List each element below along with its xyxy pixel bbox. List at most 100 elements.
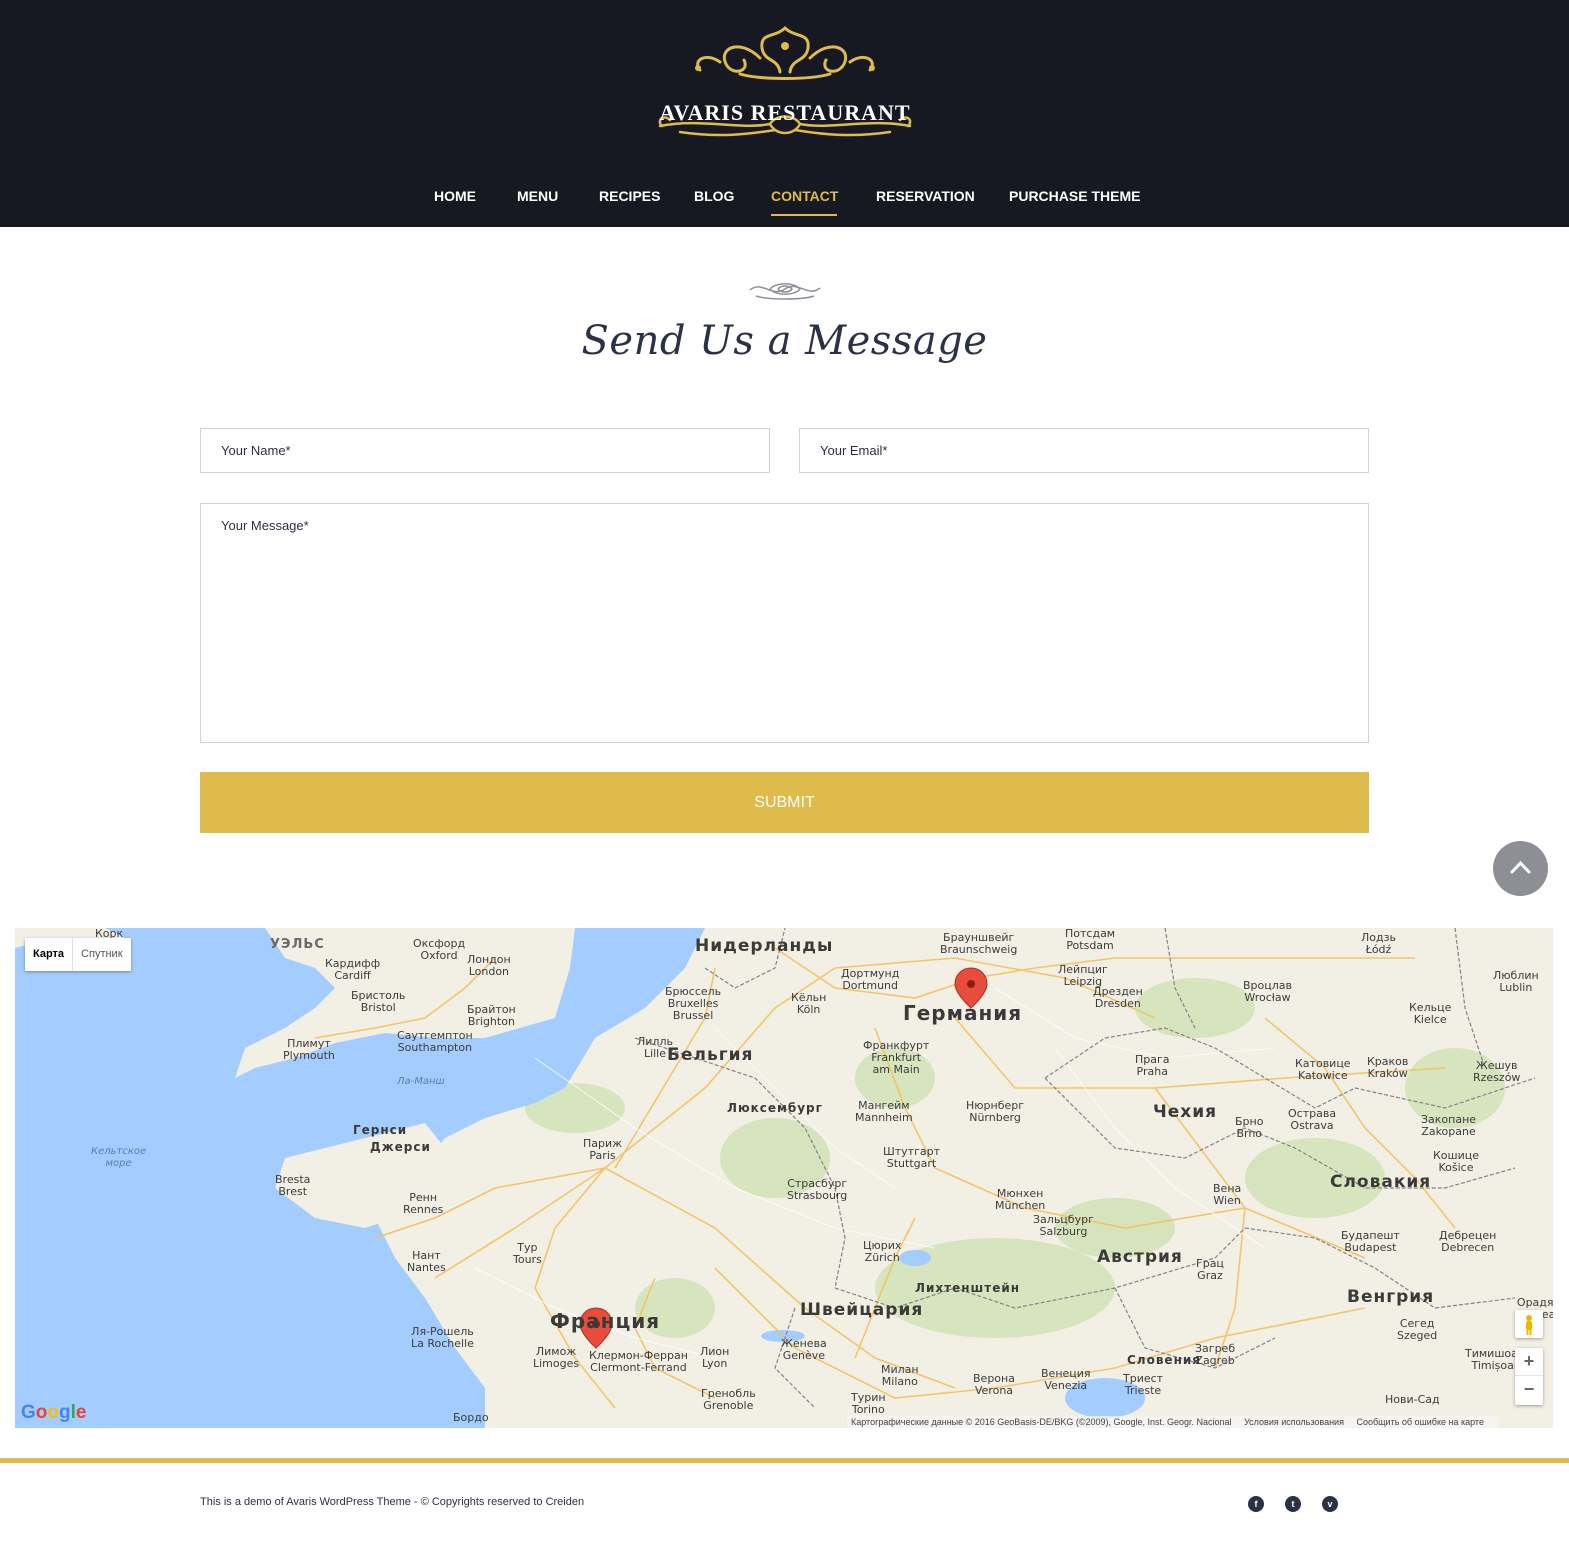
map-city-label: Загреб Zagreb xyxy=(1195,1342,1236,1367)
brand-name: AVARIS RESTAURANT xyxy=(659,100,911,125)
pegman-icon xyxy=(1526,1315,1532,1335)
map-city-label: Лимож Limoges xyxy=(533,1345,580,1370)
nav-item-reservation[interactable]: RESERVATION xyxy=(876,186,975,206)
map-city-label: Венеция Venezia xyxy=(1041,1367,1091,1392)
nav-item-menu[interactable]: MENU xyxy=(517,186,558,206)
map-type-satellite-button[interactable]: Спутник xyxy=(73,938,130,971)
map-country-label: Люксембург xyxy=(727,1101,823,1115)
map-city-label: Будапешт Budapest xyxy=(1341,1229,1400,1254)
nav-item-contact[interactable]: CONTACT xyxy=(771,186,838,206)
map-country-label: Германия xyxy=(903,1001,1023,1025)
map-city-label: Кёльн Köln xyxy=(791,991,827,1016)
map-city-label: Тур Tours xyxy=(513,1241,542,1266)
zoom-out-button[interactable]: − xyxy=(1515,1376,1543,1404)
footer-copyright: This is a demo of Avaris WordPress Theme… xyxy=(200,1496,585,1508)
nav-active-indicator xyxy=(771,214,837,216)
map-city-label: Саутгемптон Southampton xyxy=(397,1029,473,1054)
map-country-label: Словения xyxy=(1127,1353,1201,1367)
nav-item-blog[interactable]: BLOG xyxy=(694,186,734,206)
vimeo-icon[interactable]: v xyxy=(1322,1496,1338,1512)
map-city-label: Лондон London xyxy=(467,953,511,978)
map-city-label: Лилль Lille xyxy=(637,1035,673,1060)
nav-item-home[interactable]: HOME xyxy=(434,186,476,206)
map-city-label: Нови-Сад xyxy=(1385,1393,1440,1406)
map-city-label: Нант Nantes xyxy=(407,1249,446,1274)
map-city-label: Люблин Lublin xyxy=(1493,969,1539,994)
map-city-label: Брайтон Brighton xyxy=(467,1003,516,1028)
zoom-control: + − xyxy=(1515,1348,1543,1405)
map-type-control: Карта Спутник xyxy=(25,938,131,971)
map-city-label: Катовице Katowice xyxy=(1295,1057,1351,1082)
map-data-attribution: Картографические данные © 2016 GeoBasis-… xyxy=(851,1417,1232,1427)
map-city-label: Штутгарт Stuttgart xyxy=(883,1145,940,1170)
map-country-label: Австрия xyxy=(1097,1247,1183,1267)
site-header: AVARIS RESTAURANT HOME MENU RECIPES BLOG… xyxy=(0,0,1569,227)
map-city-label: Мюнхен München xyxy=(995,1187,1046,1212)
map-terms-link[interactable]: Условия использования xyxy=(1244,1417,1344,1427)
map-city-label: Краков Kraków xyxy=(1367,1055,1409,1080)
map-city-label: Оксфорд Oxford xyxy=(413,937,466,962)
map-city-label: Дебрецен Debrecen xyxy=(1439,1229,1497,1254)
map-city-label: Гренобль Grenoble xyxy=(701,1387,756,1412)
map-city-label: Вроцлав Wrocław xyxy=(1243,979,1293,1004)
map-country-label: Лихтенштейн xyxy=(915,1281,1021,1295)
map-city-label: Ренн Rennes xyxy=(403,1191,444,1216)
submit-button[interactable]: SUBMIT xyxy=(200,772,1369,833)
site-logo[interactable]: AVARIS RESTAURANT xyxy=(640,18,930,148)
zoom-in-button[interactable]: + xyxy=(1515,1348,1543,1376)
map-city-label: Страсбург Strasbourg xyxy=(787,1177,848,1202)
map-city-label: Лион Lyon xyxy=(700,1345,730,1370)
nav-item-purchase-theme[interactable]: PURCHASE THEME xyxy=(1009,186,1140,206)
map-city-label: Кельце Kielce xyxy=(1409,1001,1452,1026)
map-country-label: Словакия xyxy=(1330,1172,1432,1192)
facebook-icon[interactable]: f xyxy=(1248,1496,1264,1512)
map-city-label: Кардифф Cardiff xyxy=(325,957,381,982)
map-city-label: Кошице Košice xyxy=(1433,1149,1480,1174)
map-country-label: Швейцария xyxy=(800,1300,924,1320)
map-city-label: Мангейм Mannheim xyxy=(855,1099,913,1124)
map-city-label: Плимут Plymouth xyxy=(283,1037,335,1062)
map-city-label: Нюрнберг Nürnberg xyxy=(966,1099,1025,1124)
message-field[interactable]: Your Message* xyxy=(200,503,1369,743)
map-city-label: Брно Brno xyxy=(1235,1115,1264,1140)
map-country-label: Чехия xyxy=(1153,1102,1218,1122)
footer-divider xyxy=(0,1458,1569,1463)
map-city-label: Острава Ostrava xyxy=(1288,1107,1337,1132)
map-type-map-button[interactable]: Карта xyxy=(25,938,74,971)
name-field[interactable]: Your Name* xyxy=(200,428,770,473)
nav-item-recipes[interactable]: RECIPES xyxy=(599,186,660,206)
map-attribution: Картографические данные © 2016 GeoBasis-… xyxy=(847,1416,1498,1428)
map-city-label: Милан Milano xyxy=(881,1363,919,1388)
map-sea-label: Ла-Манш xyxy=(397,1076,445,1087)
map-city-label: Вена Wien xyxy=(1213,1182,1242,1207)
street-view-pegman-button[interactable] xyxy=(1515,1310,1543,1338)
map-city-label: Цюрих Zürich xyxy=(863,1239,902,1264)
map-city-label: Грац Graz xyxy=(1196,1257,1224,1282)
map-city-label: Сегед Szeged xyxy=(1397,1317,1438,1342)
google-logo: Google xyxy=(21,1402,87,1423)
map-city-label: Брюссель Bruxelles Brussel xyxy=(665,985,722,1022)
scroll-to-top-button[interactable] xyxy=(1493,841,1548,896)
map-country-label: Гернси xyxy=(353,1123,408,1137)
map-city-label: Ля-Рошель La Rochelle xyxy=(411,1325,474,1350)
section-title: Send Us a Message xyxy=(581,318,988,364)
map-city-label: Bresta Brest xyxy=(275,1173,311,1198)
map-city-label: Брауншвейг Braunschweig xyxy=(940,931,1018,956)
map-city-label: Париж Paris xyxy=(583,1137,623,1162)
map-country-label: Франция xyxy=(550,1309,661,1333)
map-country-label: Нидерланды xyxy=(695,936,834,956)
email-field[interactable]: Your Email* xyxy=(799,428,1369,473)
map-city-label: Лодзь Łódź xyxy=(1361,931,1396,956)
map-country-label: УЭЛЬС xyxy=(270,937,325,952)
location-map[interactable]: Нидерланды Германия Бельгия Люксембург Ч… xyxy=(15,928,1553,1428)
map-country-label: Бельгия xyxy=(667,1045,754,1065)
divider-ornament-icon xyxy=(749,283,821,300)
map-country-label: Венгрия xyxy=(1347,1287,1435,1307)
map-city-label: Бордо xyxy=(453,1411,489,1424)
twitter-icon[interactable]: t xyxy=(1285,1496,1301,1512)
map-city-label: Дортмунд Dortmund xyxy=(841,967,900,992)
map-city-label: Зальцбург Salzburg xyxy=(1033,1213,1094,1238)
map-report-link[interactable]: Сообщить об ошибке на карте xyxy=(1356,1417,1483,1427)
map-city-label: Триест Trieste xyxy=(1123,1372,1164,1397)
map-city-label: Закопане Zakopane xyxy=(1421,1113,1477,1138)
